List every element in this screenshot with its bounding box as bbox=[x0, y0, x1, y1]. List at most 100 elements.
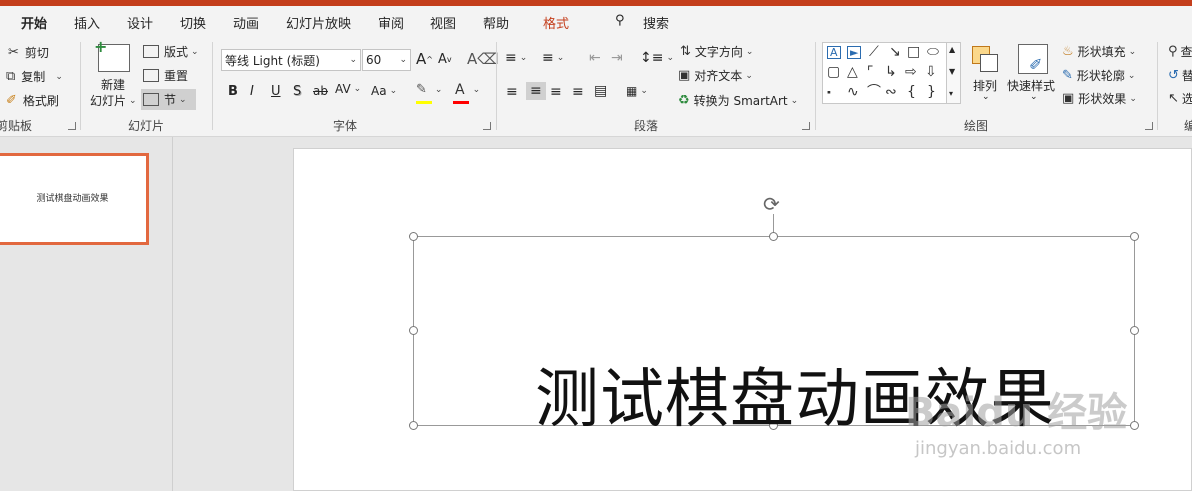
font-size-select[interactable]: 60 ⌄ bbox=[362, 49, 411, 71]
highlighter-icon: ✎ bbox=[416, 82, 427, 97]
paragraph-launcher-icon[interactable] bbox=[802, 122, 810, 130]
new-slide-icon[interactable]: + bbox=[94, 37, 130, 72]
right-brace-icon[interactable]: } bbox=[927, 85, 936, 99]
rounded-rectangle-icon[interactable]: ▢ bbox=[827, 65, 840, 79]
align-text-button[interactable]: ▣ 对齐文本 ⌄ bbox=[678, 67, 753, 84]
rectangle-icon[interactable]: □ bbox=[907, 45, 920, 59]
vertical-text-box-icon[interactable]: ► bbox=[847, 46, 862, 59]
resize-handle-right[interactable] bbox=[1130, 326, 1139, 335]
arrange-icon[interactable] bbox=[972, 46, 998, 72]
clear-formatting-icon[interactable]: A⌫ bbox=[467, 50, 498, 68]
connector-icon[interactable]: ⌜ bbox=[867, 65, 874, 79]
tab-view[interactable]: 视图 bbox=[430, 13, 456, 32]
format-painter-button[interactable]: ✐ 格式刷 bbox=[6, 92, 59, 109]
resize-handle-top[interactable] bbox=[769, 232, 778, 241]
shapes-gallery[interactable]: A ► ⟋ ↘ □ ⬭ ▢ △ ⌜ ↳ ⇨ ⇩ ⬝ ∿ ⌒ ∾ { } bbox=[822, 42, 948, 104]
shape-outline-button[interactable]: ✎ 形状轮廓 ⌄ bbox=[1062, 67, 1135, 84]
line-icon[interactable]: ⟋ bbox=[869, 45, 879, 59]
tab-insert[interactable]: 插入 bbox=[74, 13, 100, 32]
drawing-launcher-icon[interactable] bbox=[1145, 122, 1153, 130]
resize-handle-left[interactable] bbox=[409, 326, 418, 335]
triangle-icon[interactable]: △ bbox=[847, 65, 858, 79]
font-name-select[interactable]: 等线 Light (标题) ⌄ bbox=[221, 49, 361, 71]
search-label[interactable]: 搜索 bbox=[643, 13, 669, 32]
elbow-arrow-icon[interactable]: ↳ bbox=[885, 65, 897, 79]
resize-handle-top-right[interactable] bbox=[1130, 232, 1139, 241]
convert-smartart-button[interactable]: ♻ 转换为 SmartArt ⌄ bbox=[678, 92, 798, 109]
scroll-up-icon[interactable]: ▲ bbox=[949, 45, 955, 54]
decrease-indent-icon[interactable]: ⇤ bbox=[589, 50, 601, 66]
align-left-icon[interactable]: ≡ bbox=[506, 84, 518, 100]
underline-button[interactable]: U bbox=[271, 84, 281, 99]
resize-handle-bottom-left[interactable] bbox=[409, 421, 418, 430]
tab-transitions[interactable]: 切换 bbox=[180, 13, 206, 32]
clipboard-launcher-icon[interactable] bbox=[68, 122, 76, 130]
scribble-icon[interactable]: ∿ bbox=[847, 85, 859, 99]
italic-button[interactable]: I bbox=[250, 84, 254, 99]
scroll-down-icon[interactable]: ▼ bbox=[949, 67, 955, 76]
layout-button[interactable]: 版式 ⌄ bbox=[143, 43, 199, 60]
down-arrow-icon[interactable]: ⇩ bbox=[925, 65, 937, 79]
arc-icon[interactable]: ⌒ bbox=[867, 85, 881, 99]
shapes-scrollbar[interactable]: ▲ ▼ ▾ bbox=[946, 42, 961, 104]
reset-button[interactable]: 重置 bbox=[143, 67, 188, 84]
quick-styles-icon[interactable]: ✐ bbox=[1018, 44, 1048, 74]
distributed-icon[interactable]: ▤ bbox=[594, 83, 607, 99]
cut-button[interactable]: ✂ 剪切 bbox=[8, 44, 49, 61]
tab-home[interactable]: 开始 bbox=[21, 13, 47, 32]
line-spacing-icon[interactable]: ↕≡ ⌄ bbox=[640, 50, 674, 66]
freeform-icon[interactable]: ⬝ bbox=[827, 85, 831, 99]
resize-handle-bottom-right[interactable] bbox=[1130, 421, 1139, 430]
replace-button[interactable]: ↺ 替 bbox=[1168, 67, 1192, 84]
chevron-down-icon[interactable]: ⌄ bbox=[1030, 92, 1038, 102]
find-button[interactable]: ⚲ 查 bbox=[1168, 43, 1192, 60]
tab-design[interactable]: 设计 bbox=[127, 13, 153, 32]
chevron-down-icon[interactable]: ⌄ bbox=[982, 92, 990, 102]
section-button[interactable]: 节 ⌄ bbox=[141, 89, 196, 110]
resize-handle-top-left[interactable] bbox=[409, 232, 418, 241]
increase-indent-icon[interactable]: ⇥ bbox=[611, 50, 623, 66]
font-launcher-icon[interactable] bbox=[483, 122, 491, 130]
chevron-down-icon[interactable]: ⌄ bbox=[55, 72, 63, 82]
numbering-icon[interactable]: ≡ ⌄ bbox=[542, 50, 564, 66]
group-divider bbox=[815, 42, 816, 130]
copy-button[interactable]: ⧉ 复制 ⌄ bbox=[6, 68, 63, 85]
shape-effects-button[interactable]: ▣ 形状效果 ⌄ bbox=[1062, 90, 1137, 107]
change-case-button[interactable]: Aa ⌄ bbox=[371, 84, 397, 98]
character-spacing-button[interactable]: AV ⌄ bbox=[335, 82, 361, 96]
tab-format[interactable]: 格式 bbox=[543, 13, 569, 32]
shrink-font-icon[interactable]: Av bbox=[438, 52, 452, 67]
align-center-icon[interactable]: ≡ bbox=[526, 82, 546, 100]
select-button[interactable]: ↖ 选 bbox=[1168, 90, 1192, 107]
slide-thumbnail[interactable]: 测试棋盘动画效果 bbox=[0, 153, 149, 245]
font-color-button[interactable]: A ⌄ bbox=[455, 82, 480, 98]
rotate-handle-icon[interactable]: ⟳ bbox=[763, 192, 780, 216]
curve-icon[interactable]: ∾ bbox=[885, 85, 897, 99]
oval-icon[interactable]: ⬭ bbox=[927, 45, 939, 59]
highlight-color-button[interactable]: ✎ ⌄ bbox=[416, 82, 442, 97]
tab-review[interactable]: 审阅 bbox=[378, 13, 404, 32]
grow-font-icon[interactable]: A ^ bbox=[416, 50, 433, 68]
align-right-icon[interactable]: ≡ bbox=[550, 84, 562, 100]
strikethrough-button[interactable]: ab bbox=[313, 84, 328, 98]
bold-button[interactable]: B bbox=[228, 84, 238, 99]
right-arrow-icon[interactable]: ⇨ bbox=[905, 65, 917, 79]
bullets-icon[interactable]: ≡ ⌄ bbox=[505, 50, 527, 66]
tab-help[interactable]: 帮助 bbox=[483, 13, 509, 32]
change-case-label: Aa bbox=[371, 84, 387, 98]
gallery-more-icon[interactable]: ▾ bbox=[949, 89, 953, 98]
search-icon[interactable]: ⚲ bbox=[615, 13, 625, 28]
text-direction-button[interactable]: ⇅ 文字方向 ⌄ bbox=[680, 43, 753, 60]
reset-label: 重置 bbox=[164, 69, 189, 83]
text-box-icon[interactable]: A bbox=[827, 46, 841, 59]
shadow-button[interactable]: S bbox=[293, 84, 301, 99]
shape-fill-button[interactable]: ♨ 形状填充 ⌄ bbox=[1062, 43, 1136, 60]
tab-animations[interactable]: 动画 bbox=[233, 13, 259, 32]
tab-slideshow[interactable]: 幻灯片放映 bbox=[286, 13, 351, 32]
new-slide-dropdown[interactable]: 幻灯片 ⌄ bbox=[90, 92, 137, 109]
left-brace-icon[interactable]: { bbox=[907, 85, 916, 99]
justify-icon[interactable]: ≡ bbox=[572, 84, 584, 100]
columns-icon[interactable]: ▦ ⌄ bbox=[626, 84, 648, 98]
new-slide-label[interactable]: 新建 bbox=[101, 76, 125, 93]
arrow-line-icon[interactable]: ↘ bbox=[889, 45, 901, 59]
